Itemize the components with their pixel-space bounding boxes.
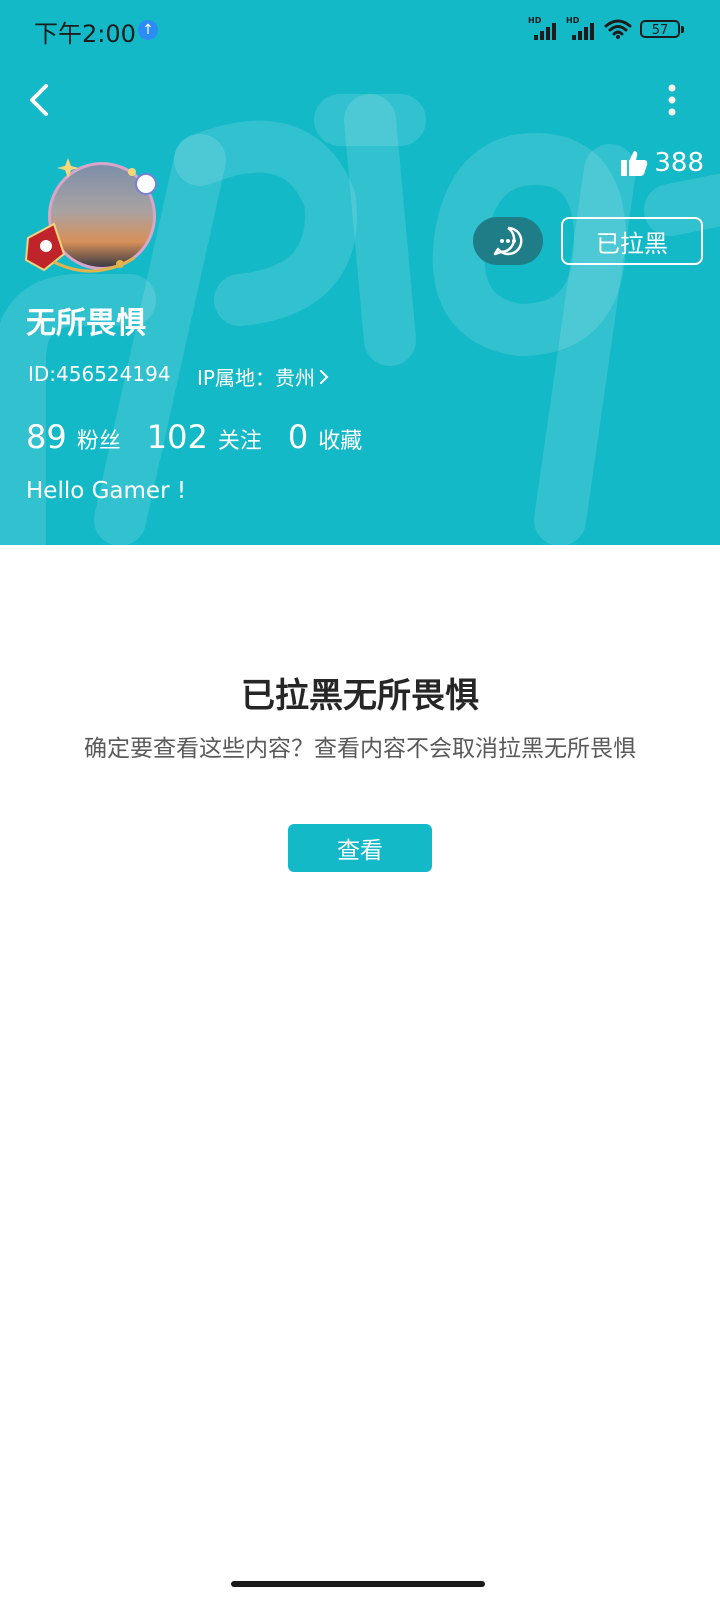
wifi-icon [604,19,632,39]
profile-header: 下午2:00 ↑ HD HD 57 388 已拉黑 无所畏惧 ID:456524… [0,0,720,545]
stat-favorites[interactable]: 0 收藏 [288,418,362,456]
back-arrow-icon[interactable] [22,80,58,120]
ip-location-text: IP属地：贵州 [197,366,315,390]
signal-strength-icon: HD [528,16,558,42]
stat-label: 粉丝 [76,429,121,454]
status-indicators: HD HD 57 [528,16,684,42]
signal-strength-icon-2: HD [566,16,596,42]
message-button[interactable] [473,217,543,265]
avatar-frame[interactable] [24,158,160,282]
user-id: ID:456524194 [28,362,171,386]
blocked-status-button[interactable]: 已拉黑 [561,217,703,265]
stat-label: 收藏 [318,429,363,454]
battery-icon: 57 [640,20,684,38]
profile-bio: Hello Gamer ! [26,478,187,504]
more-options-icon[interactable] [664,84,680,116]
home-indicator[interactable] [231,1581,485,1587]
stat-label: 关注 [217,429,262,454]
thumbs-up-icon [621,151,648,176]
stat-following[interactable]: 102 关注 [147,418,262,456]
blocked-notice-description: 确定要查看这些内容？查看内容不会取消拉黑无所畏惧 [84,736,636,762]
blocked-notice-title: 已拉黑无所畏惧 [241,676,479,716]
chevron-right-icon [319,369,329,384]
chat-bubble-icon [493,226,523,256]
stat-value: 0 [287,418,309,456]
upload-arrow-icon: ↑ [138,20,158,40]
stat-value: 102 [146,418,208,456]
profile-stats: 89 粉丝 102 关注 0 收藏 [26,418,388,456]
ip-location-link[interactable]: IP属地：贵州 [197,362,331,391]
likes-counter: 388 [620,148,704,178]
profile-username: 无所畏惧 [26,306,146,341]
status-time: 下午2:00 [34,20,136,48]
stat-value: 89 [26,418,67,456]
avatar-decoration-icon [24,158,157,273]
view-content-button[interactable]: 查看 [288,824,432,872]
likes-count: 388 [654,148,704,178]
stat-followers[interactable]: 89 粉丝 [26,418,121,456]
